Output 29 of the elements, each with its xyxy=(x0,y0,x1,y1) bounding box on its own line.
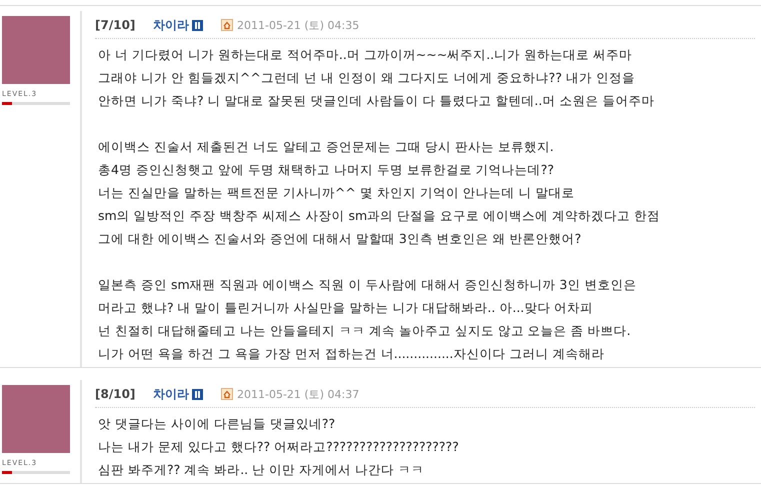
home-icon[interactable] xyxy=(221,19,233,31)
comment-line: 아 너 기다렸어 니가 원하는대로 적어주마..머 그까이꺼~~~써주지..니가 원하는대로 써주마 xyxy=(98,46,634,64)
comment-line: 니가 어떤 욕을 하건 그 욕을 가장 먼저 접하는건 너...............자신이다 그러니 계속해라 xyxy=(98,345,606,363)
post-index: [7/10] xyxy=(95,18,135,32)
avatar-placeholder xyxy=(2,16,70,84)
comment-line: 일본측 증인 sm재팬 직원과 에이백스 직원 이 두사람에 대해서 증인신청하니까 3인 변호인은 xyxy=(98,276,638,294)
comment-line: 그에 대한 에이백스 진술서와 증언에 대해서 말할때 3인측 변호인은 왜 반론안했어? xyxy=(98,230,582,248)
level-bar xyxy=(2,102,70,105)
comment-line: 심판 봐주게?? 계속 봐라.. 난 이만 자게에서 나간다 ㅋㅋ xyxy=(98,461,426,479)
comment-line: 나는 내가 문제 있다고 했다?? 어쩌라고???????????????????? xyxy=(98,438,460,456)
author-link[interactable]: 차이라 xyxy=(153,16,189,34)
post-date: 2011-05-21 (토) 04:37 xyxy=(237,386,360,402)
comment-line: 안하면 니가 죽냐? 니 말대로 잘못된 댓글인데 사람들이 다 틀렸다고 할텐데..머 소원은 들어주마 xyxy=(98,92,656,110)
author-link[interactable]: 차이라 xyxy=(153,386,189,402)
member-badge-icon xyxy=(192,20,203,30)
comment-line: 머라고 했냐? 내 말이 틀린거니까 사실만을 말하는 니가 대답해봐라.. 아...맞다 어차피 xyxy=(98,299,594,317)
comment-line: 에이백스 진술서 제출된건 너도 알테고 증언문제는 그때 당시 판사는 보류했지. xyxy=(98,138,555,156)
level-bar xyxy=(2,471,70,474)
post-index: [8/10] xyxy=(95,387,135,401)
comment-line: 그래야 니가 안 힘들겠지^^그런데 넌 내 인정이 왜 그다지도 너에게 중요하냐?? 내가 인정을 xyxy=(98,69,636,87)
comment-line: 총4명 증인신청햇고 앞에 두명 채택하고 나머지 두명 보류한걸로 기억나는데?? xyxy=(98,161,556,179)
comment-line: sm의 일방적인 주장 백창주 씨제스 사장이 sm과의 단절을 요구로 에이백스에 계약하겠다고 한점 xyxy=(98,207,662,225)
avatar-placeholder xyxy=(2,385,70,453)
post-date: 2011-05-21 (토) 04:35 xyxy=(237,18,360,32)
member-badge-icon xyxy=(192,388,203,400)
comment-line: 넌 친절히 대답해줄테고 나는 안들을테지 ㅋㅋ 계속 놀아주고 싶지도 않고 오늘은 좀 바쁘다. xyxy=(98,322,632,340)
home-icon[interactable] xyxy=(221,388,233,400)
comment-line: 너는 진실만을 말하는 팩트전문 기사니까^^ 몇 차인지 기억이 안나는데 니 말대로 xyxy=(98,184,576,202)
comment-line: 앗 댓글다는 사이에 다른님들 댓글있네?? xyxy=(98,415,336,433)
